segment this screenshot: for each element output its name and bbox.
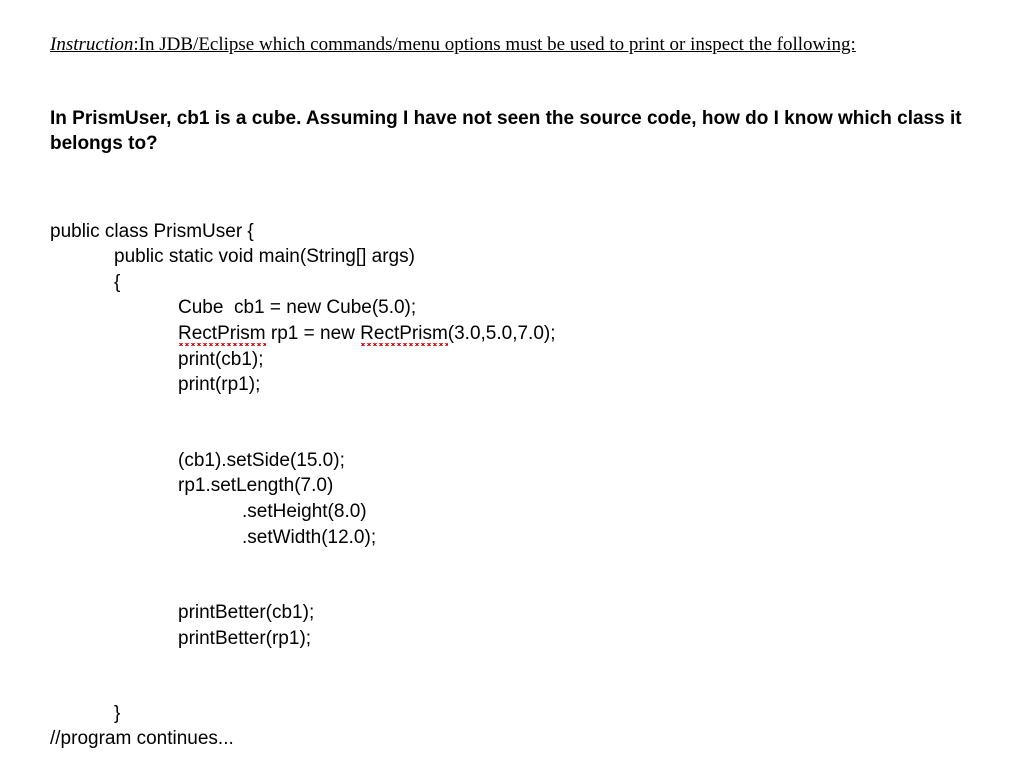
- code-line: public class PrismUser {: [50, 221, 254, 242]
- code-line: .setHeight(8.0): [50, 499, 367, 525]
- code-line: print(rp1);: [50, 372, 260, 398]
- instruction-text: Instruction:In JDB/Eclipse which command…: [50, 32, 974, 58]
- code-line: public static void main(String[] args): [50, 244, 415, 270]
- code-line: //program continues...: [50, 728, 234, 749]
- code-line: .setWidth(12.0);: [50, 525, 376, 551]
- code-line: printBetter(rp1);: [50, 626, 311, 652]
- instruction-label: Instruction: [50, 34, 133, 55]
- code-line: }: [50, 701, 120, 727]
- code-line: print(cb1);: [50, 347, 264, 373]
- code-block: public class PrismUser { public static v…: [50, 193, 974, 752]
- question-text: In PrismUser, cb1 is a cube. Assuming I …: [50, 106, 974, 157]
- spellcheck-underline: RectPrism: [360, 323, 448, 346]
- code-line: Cube cb1 = new Cube(5.0);: [50, 295, 416, 321]
- code-line: printBetter(cb1);: [50, 600, 314, 626]
- spellcheck-underline: RectPrism: [178, 323, 266, 346]
- code-line: (cb1).setSide(15.0);: [50, 448, 345, 474]
- code-line: rp1.setLength(7.0): [50, 473, 333, 499]
- code-line: RectPrism rp1 = new RectPrism(3.0,5.0,7.…: [50, 321, 556, 347]
- code-line: {: [50, 270, 120, 296]
- instruction-body: :In JDB/Eclipse which commands/menu opti…: [133, 34, 855, 55]
